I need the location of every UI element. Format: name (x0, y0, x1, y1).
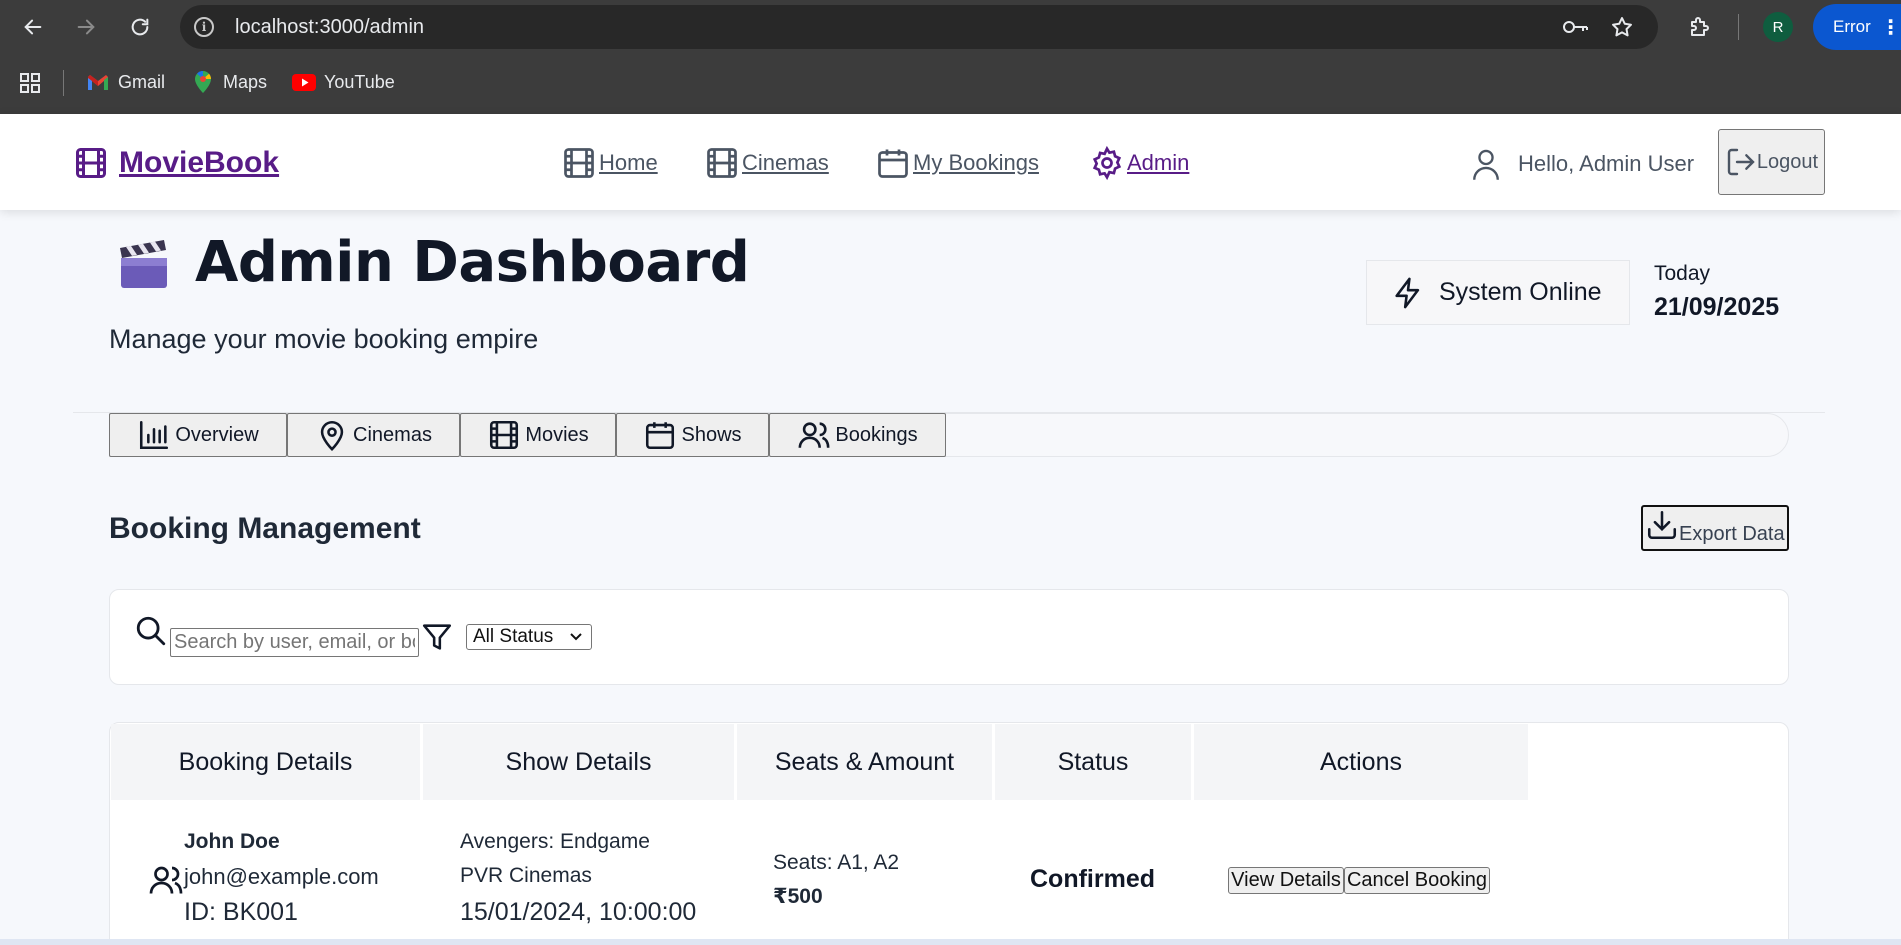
export-data-button[interactable]: Export Data (1641, 505, 1789, 551)
booking-id: ID: BK001 (184, 898, 298, 926)
table-header-booking-details: Booking Details (111, 724, 420, 800)
logout-button[interactable]: Logout (1718, 129, 1825, 195)
tab-bookings[interactable]: Bookings (769, 413, 946, 457)
nav-my-bookings[interactable]: My Bookings (875, 145, 1039, 181)
bookmark-gmail[interactable]: Gmail (86, 68, 165, 96)
today-label: Today (1654, 262, 1711, 285)
today-date: 21/09/2025 (1654, 293, 1780, 321)
export-label: Export Data (1679, 523, 1785, 545)
cancel-booking-button[interactable]: Cancel Booking (1344, 867, 1490, 894)
greeting-text: Hello, Admin User (1518, 151, 1695, 176)
tab-label: Cinemas (353, 423, 432, 446)
tab-shows[interactable]: Shows (616, 413, 769, 457)
site-info-icon[interactable]: i (194, 17, 214, 37)
search-icon (134, 614, 168, 653)
table-header-show-details: Show Details (423, 724, 734, 800)
page-title: Admin Dashboard (195, 230, 750, 295)
users-icon (148, 862, 184, 904)
calendar-icon (646, 422, 675, 450)
back-icon[interactable] (20, 14, 46, 40)
reload-icon[interactable] (127, 14, 153, 40)
clapperboard-icon (116, 236, 172, 292)
brand-name: MovieBook (119, 146, 280, 179)
youtube-icon (292, 70, 316, 94)
show-movie: Avengers: Endgame (460, 830, 650, 853)
logout-label: Logout (1756, 150, 1819, 173)
system-status-text: System Online (1439, 278, 1602, 306)
tab-overview[interactable]: Overview (109, 413, 287, 457)
tab-label: Bookings (835, 423, 918, 446)
tab-label: Movies (525, 423, 589, 446)
tab-cinemas[interactable]: Cinemas (287, 413, 460, 457)
map-pin-icon (320, 420, 344, 451)
bookmark-label: Gmail (118, 71, 166, 92)
table-header-status: Status (995, 724, 1191, 800)
gear-icon (1092, 145, 1122, 181)
section-title: Booking Management (109, 512, 421, 545)
table-header-actions: Actions (1194, 724, 1528, 800)
bookmark-label: Maps (223, 71, 268, 92)
bookmarks-bar (0, 53, 1901, 114)
status-badge: Confirmed (1030, 865, 1155, 893)
logout-icon (1727, 148, 1755, 176)
address-bar[interactable]: i localhost:3000/admin (180, 5, 1658, 49)
bookmark-maps[interactable]: Maps (191, 68, 267, 96)
nav-label: Home (599, 150, 658, 175)
film-icon (564, 148, 594, 178)
bookmark-youtube[interactable]: YouTube (292, 68, 395, 96)
lightning-icon (1395, 277, 1420, 308)
film-icon (76, 148, 106, 178)
calendar-icon (878, 149, 908, 178)
user-greeting: Hello, Admin User (1470, 146, 1694, 182)
bookmark-star-icon[interactable] (1608, 13, 1636, 41)
password-key-icon[interactable] (1560, 15, 1590, 39)
profile-avatar[interactable]: R (1763, 12, 1793, 42)
nav-cinemas[interactable]: Cinemas (704, 145, 829, 181)
nav-label: Cinemas (742, 150, 829, 175)
bottom-strip (0, 939, 1901, 945)
booking-user-email: john@example.com (184, 864, 379, 889)
bar-chart-icon (140, 420, 169, 450)
bookmarks-divider (63, 70, 64, 96)
seats-list: Seats: A1, A2 (773, 851, 900, 874)
brand-logo-link[interactable]: MovieBook (73, 145, 279, 181)
url-text: localhost:3000/admin (235, 16, 425, 38)
error-button[interactable]: Error ⋮ (1813, 4, 1901, 50)
users-icon (798, 422, 830, 448)
view-details-button[interactable]: View Details (1228, 867, 1344, 894)
table-header-seats-amount: Seats & Amount (737, 724, 992, 800)
apps-grid-icon[interactable] (17, 70, 43, 96)
forward-icon[interactable] (73, 14, 99, 40)
film-icon (707, 148, 737, 178)
maps-icon (191, 70, 215, 94)
system-status-badge: System Online (1366, 260, 1630, 325)
gmail-icon (86, 70, 110, 94)
chevron-down-icon (569, 626, 583, 648)
bookmark-label: YouTube (324, 71, 395, 92)
filter-icon (419, 620, 455, 659)
download-icon (1647, 510, 1677, 540)
booking-user-name: John Doe (184, 830, 280, 853)
nav-label: Admin (1127, 150, 1190, 175)
nav-label: My Bookings (913, 150, 1039, 175)
search-input[interactable] (170, 628, 419, 657)
status-filter-value: All Status (473, 626, 554, 647)
show-datetime: 15/01/2024, 10:00:00 (460, 898, 697, 926)
tab-label: Shows (681, 423, 742, 446)
extensions-icon[interactable] (1686, 13, 1714, 41)
toolbar-divider (1738, 14, 1739, 40)
user-icon (1473, 149, 1499, 180)
nav-admin[interactable]: Admin (1089, 145, 1189, 181)
page-subtitle: Manage your movie booking empire (109, 324, 539, 354)
film-icon (490, 420, 519, 450)
nav-home[interactable]: Home (561, 145, 658, 181)
booking-amount: ₹500 (773, 885, 823, 908)
menu-dots-icon[interactable]: ⋮ (1881, 15, 1901, 40)
tab-label: Overview (175, 423, 259, 446)
status-filter-select[interactable]: All Status (466, 624, 592, 650)
tab-movies[interactable]: Movies (460, 413, 616, 457)
error-label: Error (1833, 17, 1871, 36)
show-cinema: PVR Cinemas (460, 864, 592, 887)
